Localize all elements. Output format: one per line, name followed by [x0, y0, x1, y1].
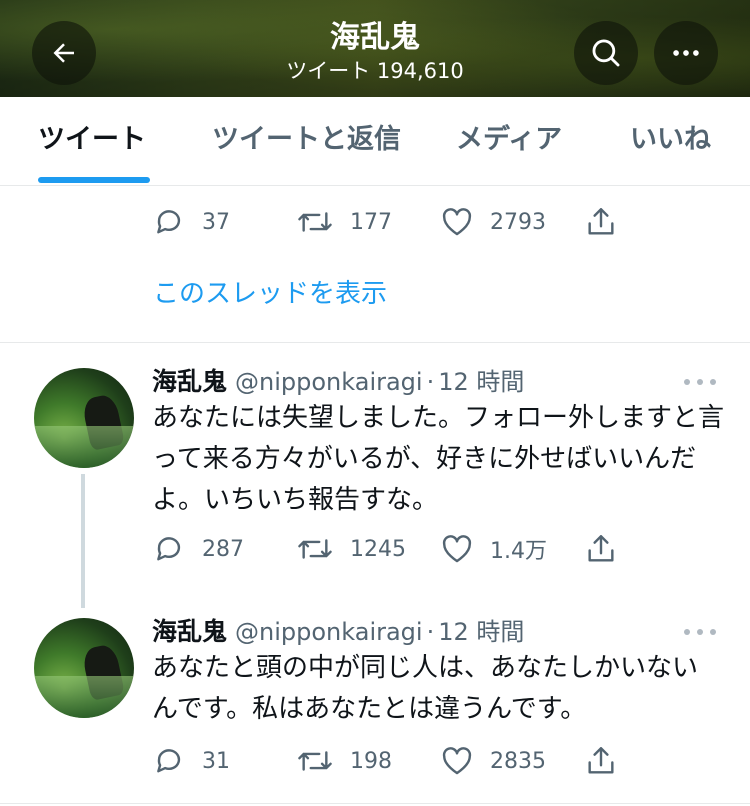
reply-count: 31	[202, 748, 230, 774]
tweet-header: 海乱鬼 @nipponkairagi · 12 時間	[152, 365, 524, 399]
search-icon	[592, 39, 620, 67]
like-button[interactable]: 1.4万	[440, 529, 547, 569]
tweet-actions: 287 1245 1.4万	[152, 529, 632, 569]
tweet-divider	[0, 803, 750, 804]
retweet-icon	[298, 751, 332, 771]
avatar[interactable]	[34, 368, 134, 468]
reply-button[interactable]: 287	[152, 529, 244, 569]
separator: ·	[426, 368, 435, 396]
profile-tabs: ツイート ツイートと返信 メディア いいね	[0, 97, 750, 186]
reply-count: 37	[202, 209, 230, 235]
retweet-button[interactable]: 1245	[296, 529, 406, 569]
heart-icon	[442, 535, 472, 563]
retweet-icon	[298, 539, 332, 559]
share-icon	[588, 747, 614, 774]
like-count: 2793	[490, 209, 546, 235]
tab-likes[interactable]: いいね	[630, 123, 711, 157]
retweet-button[interactable]: 177	[296, 202, 392, 242]
author-name[interactable]: 海乱鬼	[152, 617, 227, 646]
like-count: 1.4万	[490, 539, 547, 564]
retweet-count: 198	[350, 748, 392, 774]
show-thread-link[interactable]: このスレッドを表示	[153, 278, 387, 310]
heart-icon	[442, 747, 472, 775]
like-button[interactable]: 2835	[440, 741, 546, 781]
retweet-count: 177	[350, 209, 392, 235]
reply-icon	[157, 749, 181, 773]
more-horizontal-icon	[673, 50, 699, 56]
reply-button[interactable]: 37	[152, 202, 230, 242]
tweet-count: ツイート 194,610	[286, 59, 464, 83]
share-button[interactable]	[584, 202, 618, 242]
separator: ·	[426, 618, 435, 646]
author-handle[interactable]: @nipponkairagi	[235, 618, 423, 646]
tweet-text: あなたと頭の中が同じ人は、あなたしかいないんです。私はあなたとは違うんです。	[152, 653, 699, 724]
author-name[interactable]: 海乱鬼	[152, 367, 227, 396]
avatar[interactable]	[34, 618, 134, 718]
active-tab-indicator	[38, 177, 150, 183]
retweet-icon	[298, 212, 332, 232]
tab-tweets-and-replies[interactable]: ツイートと返信	[212, 123, 401, 157]
tweet-time[interactable]: 12 時間	[438, 618, 524, 646]
tweet-divider	[0, 342, 750, 343]
share-icon	[588, 208, 614, 235]
retweet-count: 1245	[350, 536, 406, 562]
tab-media[interactable]: メディア	[456, 123, 562, 157]
tweet-time[interactable]: 12 時間	[438, 368, 524, 396]
more-button[interactable]	[654, 21, 718, 85]
thread-connector	[81, 474, 85, 608]
profile-header: 海乱鬼 ツイート 194,610	[0, 0, 750, 97]
share-icon	[588, 535, 614, 562]
tweet-actions: 31 198 2835	[152, 741, 632, 781]
tweet-more-button[interactable]	[684, 622, 716, 642]
author-handle[interactable]: @nipponkairagi	[235, 368, 423, 396]
reply-icon	[157, 210, 181, 234]
tweet-actions: 37 177 2793	[152, 202, 632, 242]
tweet-header: 海乱鬼 @nipponkairagi · 12 時間	[152, 615, 524, 649]
tweet-more-button[interactable]	[684, 372, 716, 392]
search-button[interactable]	[574, 21, 638, 85]
tweet-text: あなたには失望しました。フォロー外しますと言って来る方々がいるが、好きに外せばい…	[152, 403, 725, 515]
retweet-button[interactable]: 198	[296, 741, 392, 781]
share-button[interactable]	[584, 741, 618, 781]
like-button[interactable]: 2793	[440, 202, 546, 242]
share-button[interactable]	[584, 529, 618, 569]
reply-icon	[157, 537, 181, 561]
tab-tweets[interactable]: ツイート	[38, 123, 146, 157]
heart-icon	[442, 208, 472, 236]
like-count: 2835	[490, 748, 546, 774]
reply-button[interactable]: 31	[152, 741, 230, 781]
reply-count: 287	[202, 536, 244, 562]
